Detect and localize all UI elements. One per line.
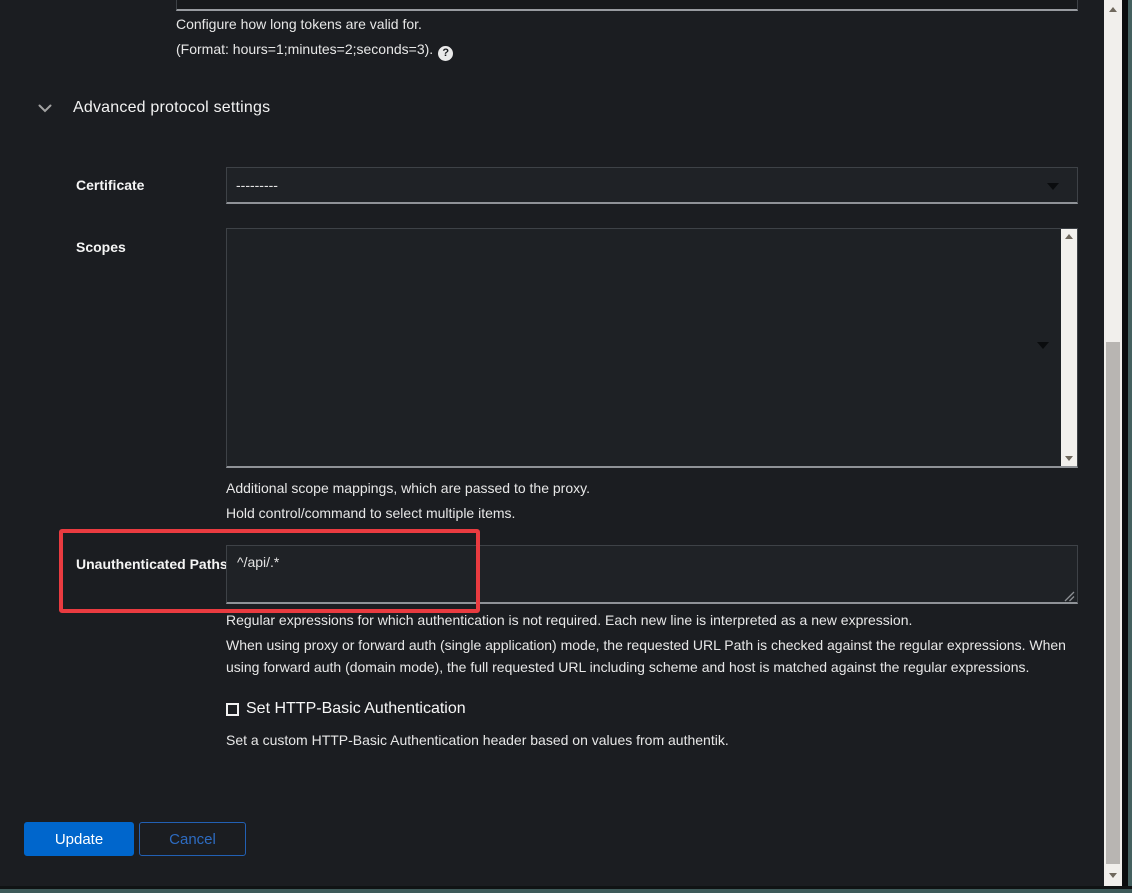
caret-down-icon [1037,342,1049,349]
unauthenticated-paths-textarea[interactable]: ^/api/.* [226,545,1078,604]
cancel-button[interactable]: Cancel [139,822,246,856]
window-border-right [1128,0,1132,893]
certificate-select-value: --------- [236,177,278,193]
certificate-label: Certificate [76,177,144,193]
scopes-listbox[interactable] [226,228,1078,468]
window-border-bottom [0,889,1132,893]
token-validity-help-line2: (Format: hours=1;minutes=2;seconds=3).? [176,39,453,61]
update-button[interactable]: Update [24,822,134,856]
advanced-protocol-settings-title: Advanced protocol settings [73,99,270,117]
basic-auth-label: Set HTTP-Basic Authentication [246,700,466,718]
unauthenticated-paths-help-line2: When using proxy or forward auth (single… [226,634,1078,678]
page-scrollbar-thumb[interactable] [1106,342,1120,864]
scopes-label: Scopes [76,239,126,255]
basic-auth-help: Set a custom HTTP-Basic Authentication h… [226,730,729,750]
scopes-help-line1: Additional scope mappings, which are pas… [226,478,590,498]
scopes-help-line2: Hold control/command to select multiple … [226,503,515,523]
token-validity-format-text: (Format: hours=1;minutes=2;seconds=3). [176,41,433,57]
scroll-down-icon[interactable] [1065,456,1073,461]
unauthenticated-paths-label: Unauthenticated Paths [76,552,228,577]
basic-auth-checkbox[interactable] [226,703,239,716]
question-circle-icon: ? [438,46,453,61]
advanced-protocol-settings-expander[interactable]: Advanced protocol settings [38,99,270,117]
basic-auth-row: Set HTTP-Basic Authentication [226,700,466,718]
certificate-select[interactable]: --------- [226,167,1078,204]
caret-down-icon [1047,183,1059,190]
page-scroll-up-icon[interactable] [1109,7,1117,12]
scroll-up-icon[interactable] [1065,234,1073,239]
page-scroll-down-icon[interactable] [1109,873,1117,878]
scopes-listbox-scrollbar[interactable] [1061,229,1077,466]
chevron-down-icon [38,104,52,113]
provider-settings-page: Configure how long tokens are valid for.… [0,0,1132,893]
token-validity-input[interactable] [176,0,1078,11]
token-validity-help-line1: Configure how long tokens are valid for. [176,14,422,34]
unauthenticated-paths-help-line1: Regular expressions for which authentica… [226,610,912,630]
textarea-resize-grip-icon[interactable] [1062,589,1075,602]
